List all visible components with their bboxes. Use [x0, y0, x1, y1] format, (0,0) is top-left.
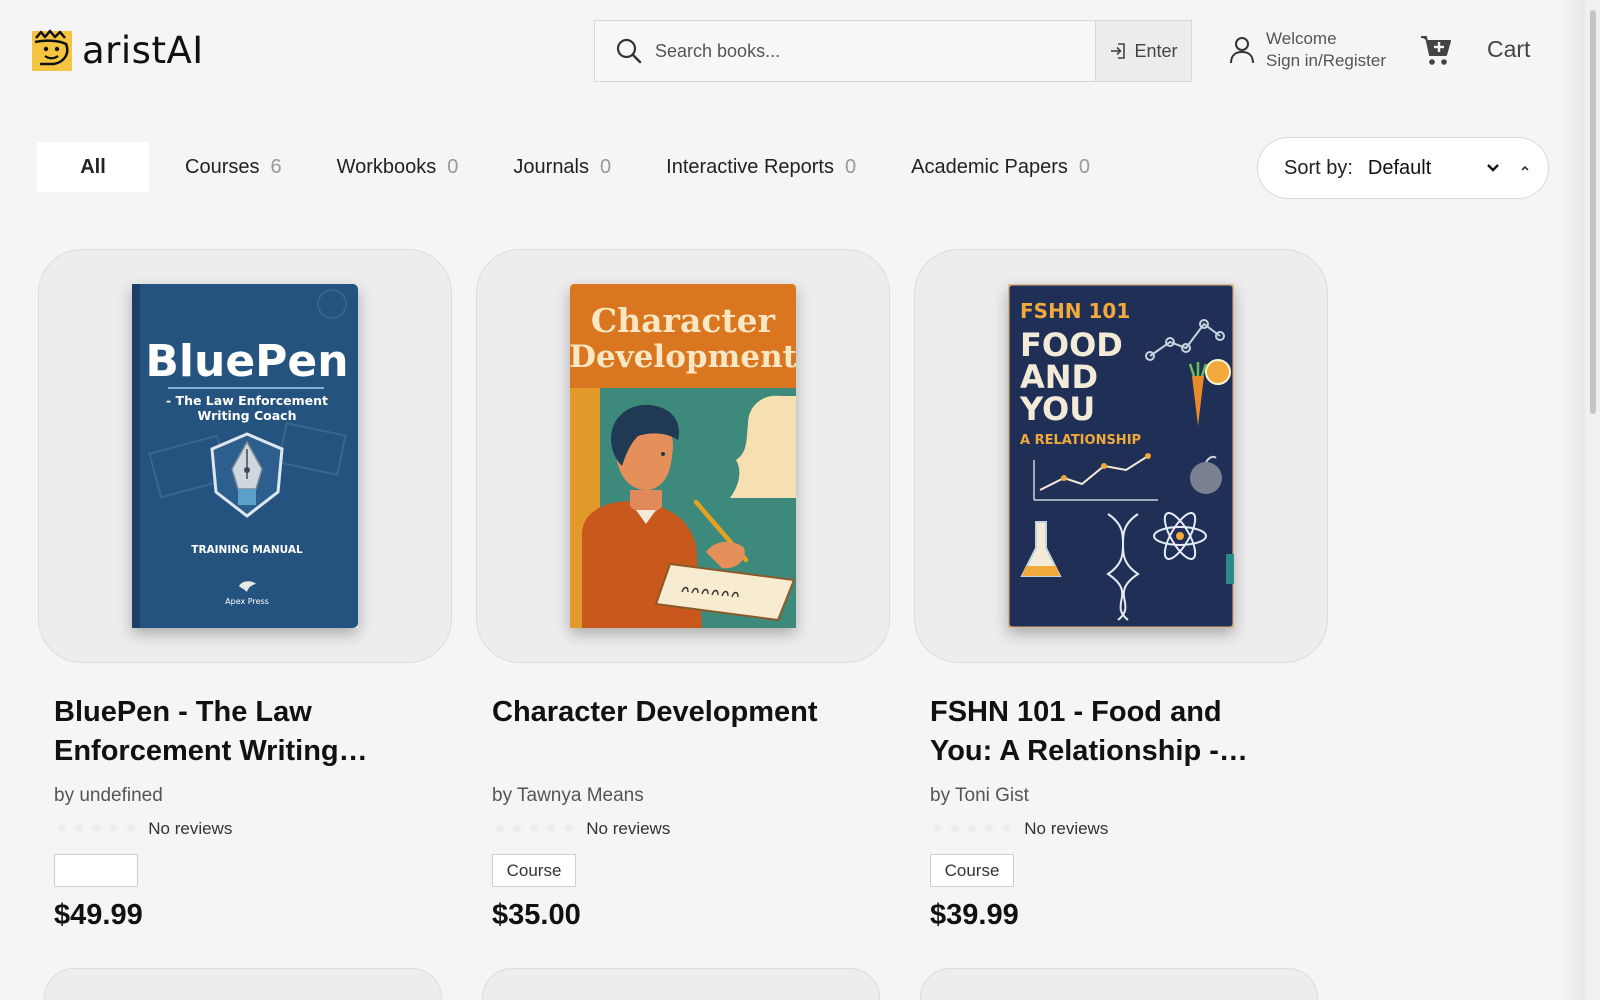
- cover-title: BluePen: [145, 336, 348, 387]
- product-cover[interactable]: Character Development: [476, 249, 890, 663]
- user-icon: [1230, 37, 1254, 64]
- star-icon: ★: [71, 819, 87, 838]
- tab-count: 0: [1078, 155, 1090, 178]
- sort-dropdown[interactable]: Sort by: Default: [1257, 137, 1549, 199]
- cart-icon[interactable]: [1420, 33, 1452, 67]
- star-icon: ★: [947, 819, 963, 838]
- tab-interactive-reports[interactable]: Interactive Reports 0: [666, 142, 856, 192]
- product-price: $35.00: [492, 899, 581, 931]
- cover-title: Development: [570, 339, 796, 375]
- review-count: No reviews: [1024, 819, 1109, 838]
- review-count: No reviews: [586, 819, 671, 838]
- book-cover-image: FSHN 101 FOOD AND YOU A RELATIONSHIP: [1008, 284, 1234, 628]
- welcome-text: Welcome: [1266, 29, 1337, 48]
- book-cover-image: Character Development: [570, 284, 796, 628]
- cover-publisher: Apex Press: [225, 597, 269, 606]
- tab-courses[interactable]: Courses 6: [185, 142, 282, 192]
- review-count: No reviews: [148, 819, 233, 838]
- rating: ★ ★ ★ ★ ★ No reviews: [492, 819, 670, 839]
- star-icon: ★: [492, 819, 508, 838]
- tab-label: Workbooks: [336, 155, 437, 178]
- star-icon: ★: [123, 819, 139, 838]
- sort-value: Default: [1367, 156, 1432, 179]
- rating: ★ ★ ★ ★ ★ No reviews: [54, 819, 232, 839]
- tab-all[interactable]: All: [37, 142, 149, 192]
- product-cover[interactable]: FSHN 101 FOOD AND YOU A RELATIONSHIP: [914, 249, 1328, 663]
- product-type-badge: Course: [492, 854, 576, 887]
- tab-count: 0: [845, 155, 857, 178]
- product-title[interactable]: Character Development: [492, 693, 822, 771]
- tab-label: Academic Papers: [911, 155, 1068, 178]
- star-icon: ★: [526, 819, 542, 838]
- account-menu[interactable]: Welcome Sign in/Register: [1228, 28, 1386, 72]
- search-bar: Enter: [594, 20, 1192, 82]
- book-cover-image: BluePen - The Law Enforcement Writing Co…: [132, 284, 358, 628]
- product-author: by undefined: [54, 785, 163, 806]
- star-icon: ★: [88, 819, 104, 838]
- product-card[interactable]: [920, 968, 1318, 1000]
- chevron-down-icon: [1487, 164, 1499, 172]
- tab-count: 0: [600, 155, 612, 178]
- cover-line: FSHN 101: [1020, 299, 1130, 323]
- tab-journals[interactable]: Journals 0: [513, 142, 611, 192]
- star-icon: ★: [964, 819, 980, 838]
- star-icon: ★: [930, 819, 946, 838]
- search-input[interactable]: [647, 21, 1095, 81]
- brand-name: aristAI: [82, 28, 204, 72]
- star-icon: ★: [543, 819, 559, 838]
- cover-line: A RELATIONSHIP: [1020, 433, 1141, 448]
- scrollbar-thumb[interactable]: [1590, 10, 1596, 414]
- star-icon: ★: [999, 819, 1015, 838]
- product-price: $49.99: [54, 899, 143, 931]
- product-author: by Tawnya Means: [492, 785, 644, 806]
- product-card[interactable]: Character Development Character Developm…: [476, 249, 890, 931]
- product-card[interactable]: FSHN 101 FOOD AND YOU A RELATIONSHIP FSH…: [914, 249, 1328, 931]
- star-icon: ★: [105, 819, 121, 838]
- category-tabs: All Courses 6 Workbooks 0 Journals 0 Int…: [37, 142, 1090, 192]
- cover-subtitle: Writing Coach: [198, 408, 297, 423]
- logo[interactable]: aristAI: [30, 28, 204, 72]
- product-cover[interactable]: BluePen - The Law Enforcement Writing Co…: [38, 249, 452, 663]
- tab-workbooks[interactable]: Workbooks 0: [337, 142, 459, 192]
- product-title[interactable]: FSHN 101 - Food and You: A Relationship …: [930, 693, 1260, 771]
- tab-count: 6: [270, 155, 282, 178]
- caret-up-icon[interactable]: [1520, 164, 1530, 172]
- product-card[interactable]: [44, 968, 442, 1000]
- enter-button[interactable]: Enter: [1095, 21, 1191, 81]
- header: aristAI Enter Welcome Sign in/Register: [0, 0, 1568, 110]
- product-card[interactable]: [482, 968, 880, 1000]
- cover-line: YOU: [1019, 390, 1095, 428]
- enter-label: Enter: [1134, 40, 1178, 61]
- logo-icon: [32, 29, 72, 71]
- product-card[interactable]: BluePen - The Law Enforcement Writing Co…: [38, 249, 452, 931]
- cover-footer: TRAINING MANUAL: [191, 544, 303, 556]
- rating: ★ ★ ★ ★ ★ No reviews: [930, 819, 1108, 839]
- cover-title: Character: [591, 301, 776, 340]
- sign-in-link[interactable]: Sign in/Register: [1266, 50, 1386, 72]
- product-price: $39.99: [930, 899, 1019, 931]
- cover-subtitle: - The Law Enforcement: [166, 393, 328, 408]
- sign-in-arrow-icon: [1111, 43, 1126, 59]
- star-icon: ★: [509, 819, 525, 838]
- page-scrollbar[interactable]: [1585, 0, 1600, 1000]
- product-type-badge: Course: [930, 854, 1014, 887]
- tab-label: Journals: [513, 155, 590, 178]
- tab-label: Courses: [185, 155, 260, 178]
- tab-label: All: [80, 155, 106, 178]
- tab-count: 0: [447, 155, 459, 178]
- tab-academic-papers[interactable]: Academic Papers 0: [911, 142, 1090, 192]
- tab-label: Interactive Reports: [666, 155, 834, 178]
- star-icon: ★: [561, 819, 577, 838]
- star-icon: ★: [54, 819, 70, 838]
- edge-shadow: [1560, 0, 1585, 1000]
- product-title[interactable]: BluePen - The Law Enforcement Writing…: [54, 693, 384, 771]
- product-author: by Toni Gist: [930, 785, 1029, 806]
- cart-label[interactable]: Cart: [1487, 36, 1530, 63]
- sort-label: Sort by:: [1284, 156, 1353, 179]
- search-icon: [616, 38, 642, 64]
- star-icon: ★: [981, 819, 997, 838]
- product-type-badge: [54, 854, 138, 887]
